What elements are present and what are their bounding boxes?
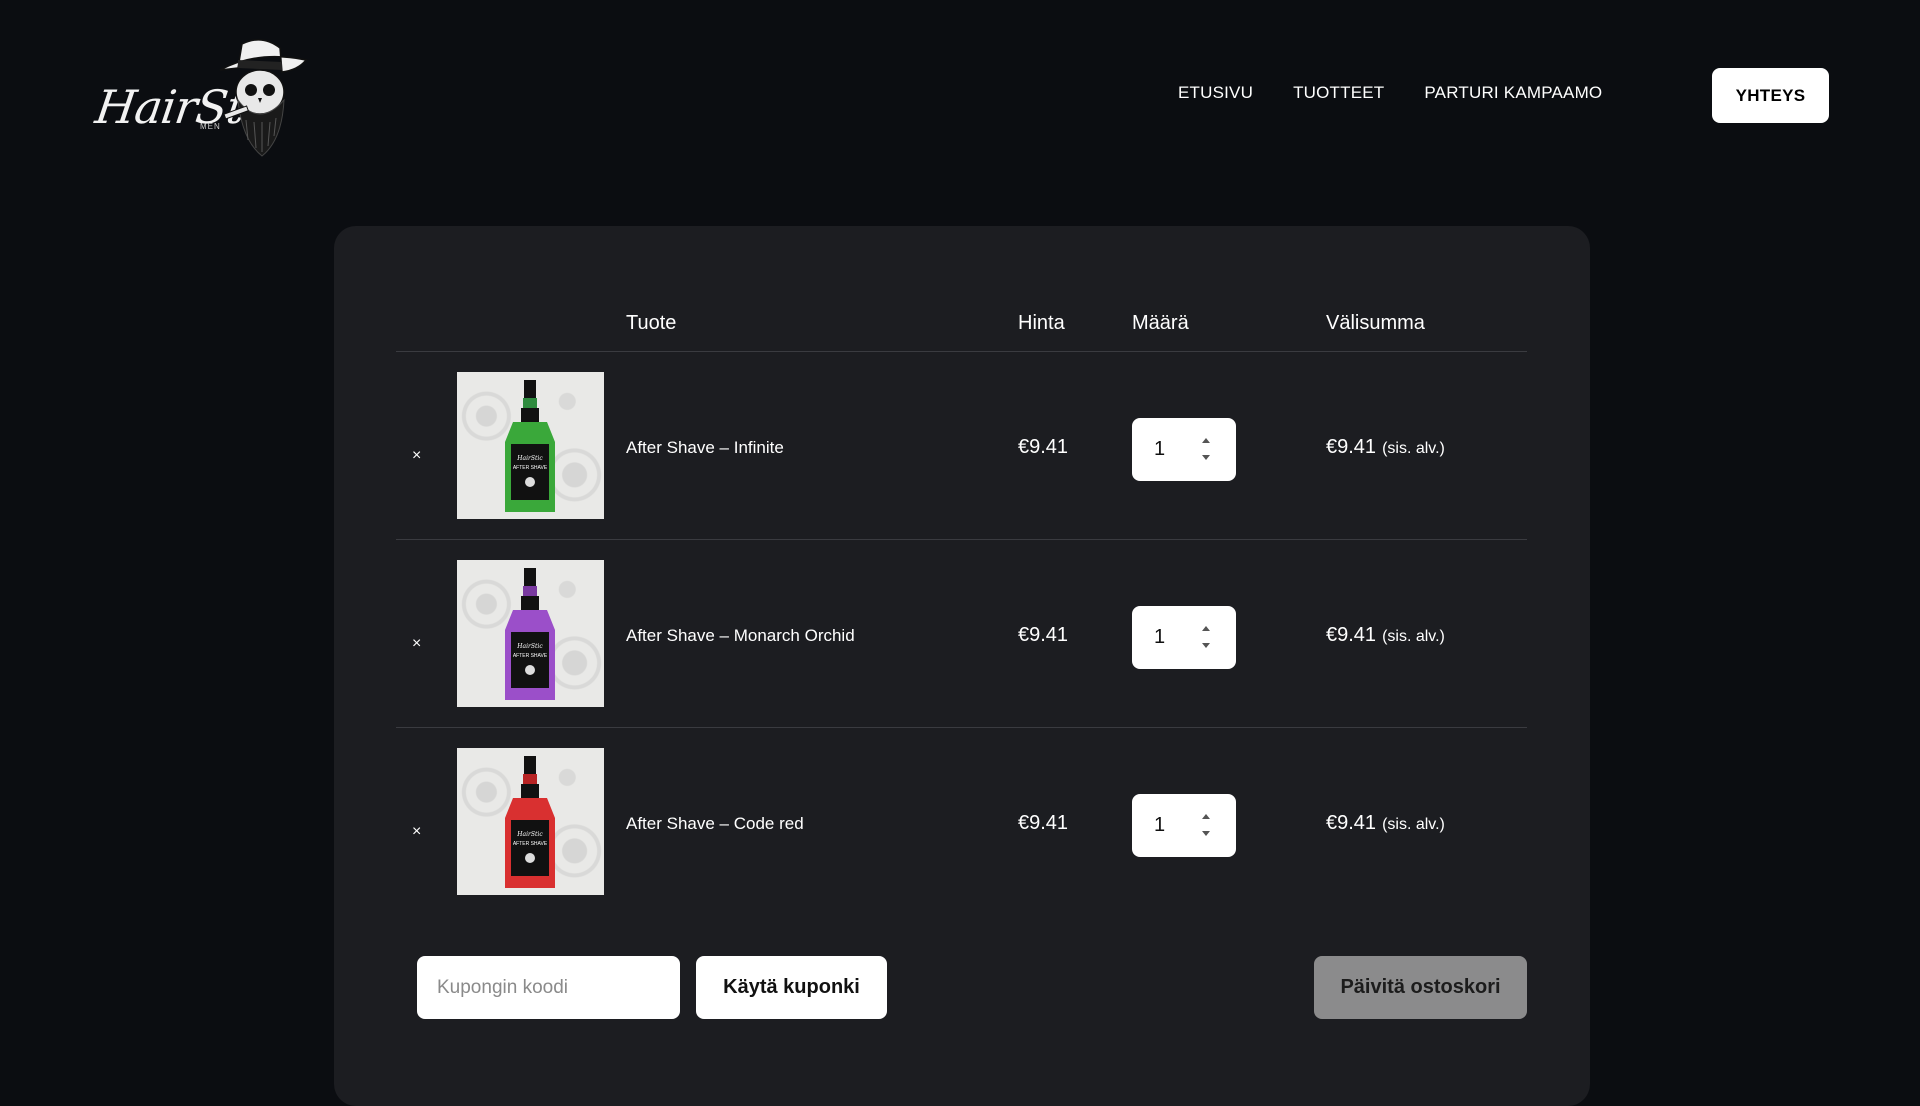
product-price: €9.41 — [1018, 436, 1069, 458]
svg-text:HairStic: HairStic — [516, 831, 543, 838]
column-header-subtotal: Välisumma — [1326, 312, 1425, 334]
svg-text:AFTER SHAVE: AFTER SHAVE — [513, 653, 548, 659]
svg-text:AFTER SHAVE: AFTER SHAVE — [513, 841, 548, 847]
column-header-product: Tuote — [626, 312, 677, 334]
nav-link-products[interactable]: TUOTTEET — [1293, 83, 1384, 103]
product-subtotal: €9.41 (sis. alv.) — [1326, 436, 1445, 459]
product-thumbnail[interactable]: HairStic AFTER SHAVE — [457, 560, 604, 707]
decrement-arrow-icon[interactable] — [1202, 831, 1210, 836]
product-name[interactable]: After Shave – Infinite — [626, 438, 784, 458]
svg-text:HairStic: HairStic — [516, 643, 543, 650]
apply-coupon-button[interactable]: Käytä kuponki — [696, 956, 887, 1019]
product-subtotal: €9.41 (sis. alv.) — [1326, 812, 1445, 835]
svg-text:HairStic: HairStic — [516, 455, 543, 462]
tax-note: (sis. alv.) — [1382, 628, 1445, 645]
column-header-quantity: Määrä — [1132, 312, 1189, 334]
quantity-value[interactable]: 1 — [1154, 438, 1194, 461]
quantity-spinner[interactable] — [1200, 438, 1212, 460]
main-navigation: ETUSIVU TUOTTEET PARTURI KAMPAAMO — [1178, 83, 1642, 103]
update-cart-button[interactable]: Päivitä ostoskori — [1314, 956, 1527, 1019]
product-price: €9.41 — [1018, 624, 1069, 646]
column-header-price: Hinta — [1018, 312, 1065, 334]
nav-link-home[interactable]: ETUSIVU — [1178, 83, 1253, 103]
nav-link-barber[interactable]: PARTURI KAMPAAMO — [1424, 83, 1602, 103]
increment-arrow-icon[interactable] — [1202, 814, 1210, 819]
svg-text:AFTER SHAVE: AFTER SHAVE — [513, 465, 548, 471]
contact-button[interactable]: YHTEYS — [1712, 68, 1829, 123]
quantity-value[interactable]: 1 — [1154, 814, 1194, 837]
skull-hat-logo-icon — [219, 39, 308, 157]
cart-table-header: Tuote Hinta Määrä Välisumma — [396, 288, 1527, 352]
product-name[interactable]: After Shave – Code red — [626, 814, 804, 834]
product-subtotal: €9.41 (sis. alv.) — [1326, 624, 1445, 647]
product-thumbnail[interactable]: HairStic AFTER SHAVE — [457, 372, 604, 519]
remove-item-icon[interactable]: × — [412, 448, 421, 464]
quantity-stepper[interactable]: 1 — [1132, 418, 1236, 481]
subtotal-amount: €9.41 — [1326, 624, 1377, 646]
remove-item-icon[interactable]: × — [412, 636, 421, 652]
increment-arrow-icon[interactable] — [1202, 438, 1210, 443]
subtotal-amount: €9.41 — [1326, 812, 1377, 834]
site-logo[interactable]: HairStic MEN — [92, 30, 308, 160]
increment-arrow-icon[interactable] — [1202, 626, 1210, 631]
coupon-code-input[interactable] — [417, 956, 680, 1019]
quantity-value[interactable]: 1 — [1154, 626, 1194, 649]
quantity-spinner[interactable] — [1200, 626, 1212, 648]
decrement-arrow-icon[interactable] — [1202, 643, 1210, 648]
cart-row: × HairStic AFTER SHAVE After Shave – Cod… — [396, 728, 1527, 916]
product-name[interactable]: After Shave – Monarch Orchid — [626, 626, 855, 646]
site-header: HairStic MEN ETUSIVU TUOTTEET PARTURI KA… — [0, 0, 1920, 190]
decrement-arrow-icon[interactable] — [1202, 455, 1210, 460]
bottle-icon: HairStic AFTER SHAVE — [505, 756, 555, 888]
cart-row: × HairStic AFTER SHAVE After Shave – Mon… — [396, 540, 1527, 728]
bottle-icon: HairStic AFTER SHAVE — [505, 568, 555, 700]
product-thumbnail[interactable]: HairStic AFTER SHAVE — [457, 748, 604, 895]
quantity-stepper[interactable]: 1 — [1132, 606, 1236, 669]
tax-note: (sis. alv.) — [1382, 440, 1445, 457]
quantity-spinner[interactable] — [1200, 814, 1212, 836]
product-price: €9.41 — [1018, 812, 1069, 834]
cart-panel: Tuote Hinta Määrä Välisumma × HairStic A… — [334, 226, 1590, 1106]
bottle-icon: HairStic AFTER SHAVE — [505, 380, 555, 512]
cart-row: × HairStic AFTER SHAVE After Shave – Inf… — [396, 352, 1527, 540]
tax-note: (sis. alv.) — [1382, 816, 1445, 833]
quantity-stepper[interactable]: 1 — [1132, 794, 1236, 857]
cart-table: Tuote Hinta Määrä Välisumma × HairStic A… — [396, 288, 1527, 916]
remove-item-icon[interactable]: × — [412, 824, 421, 840]
subtotal-amount: €9.41 — [1326, 436, 1377, 458]
